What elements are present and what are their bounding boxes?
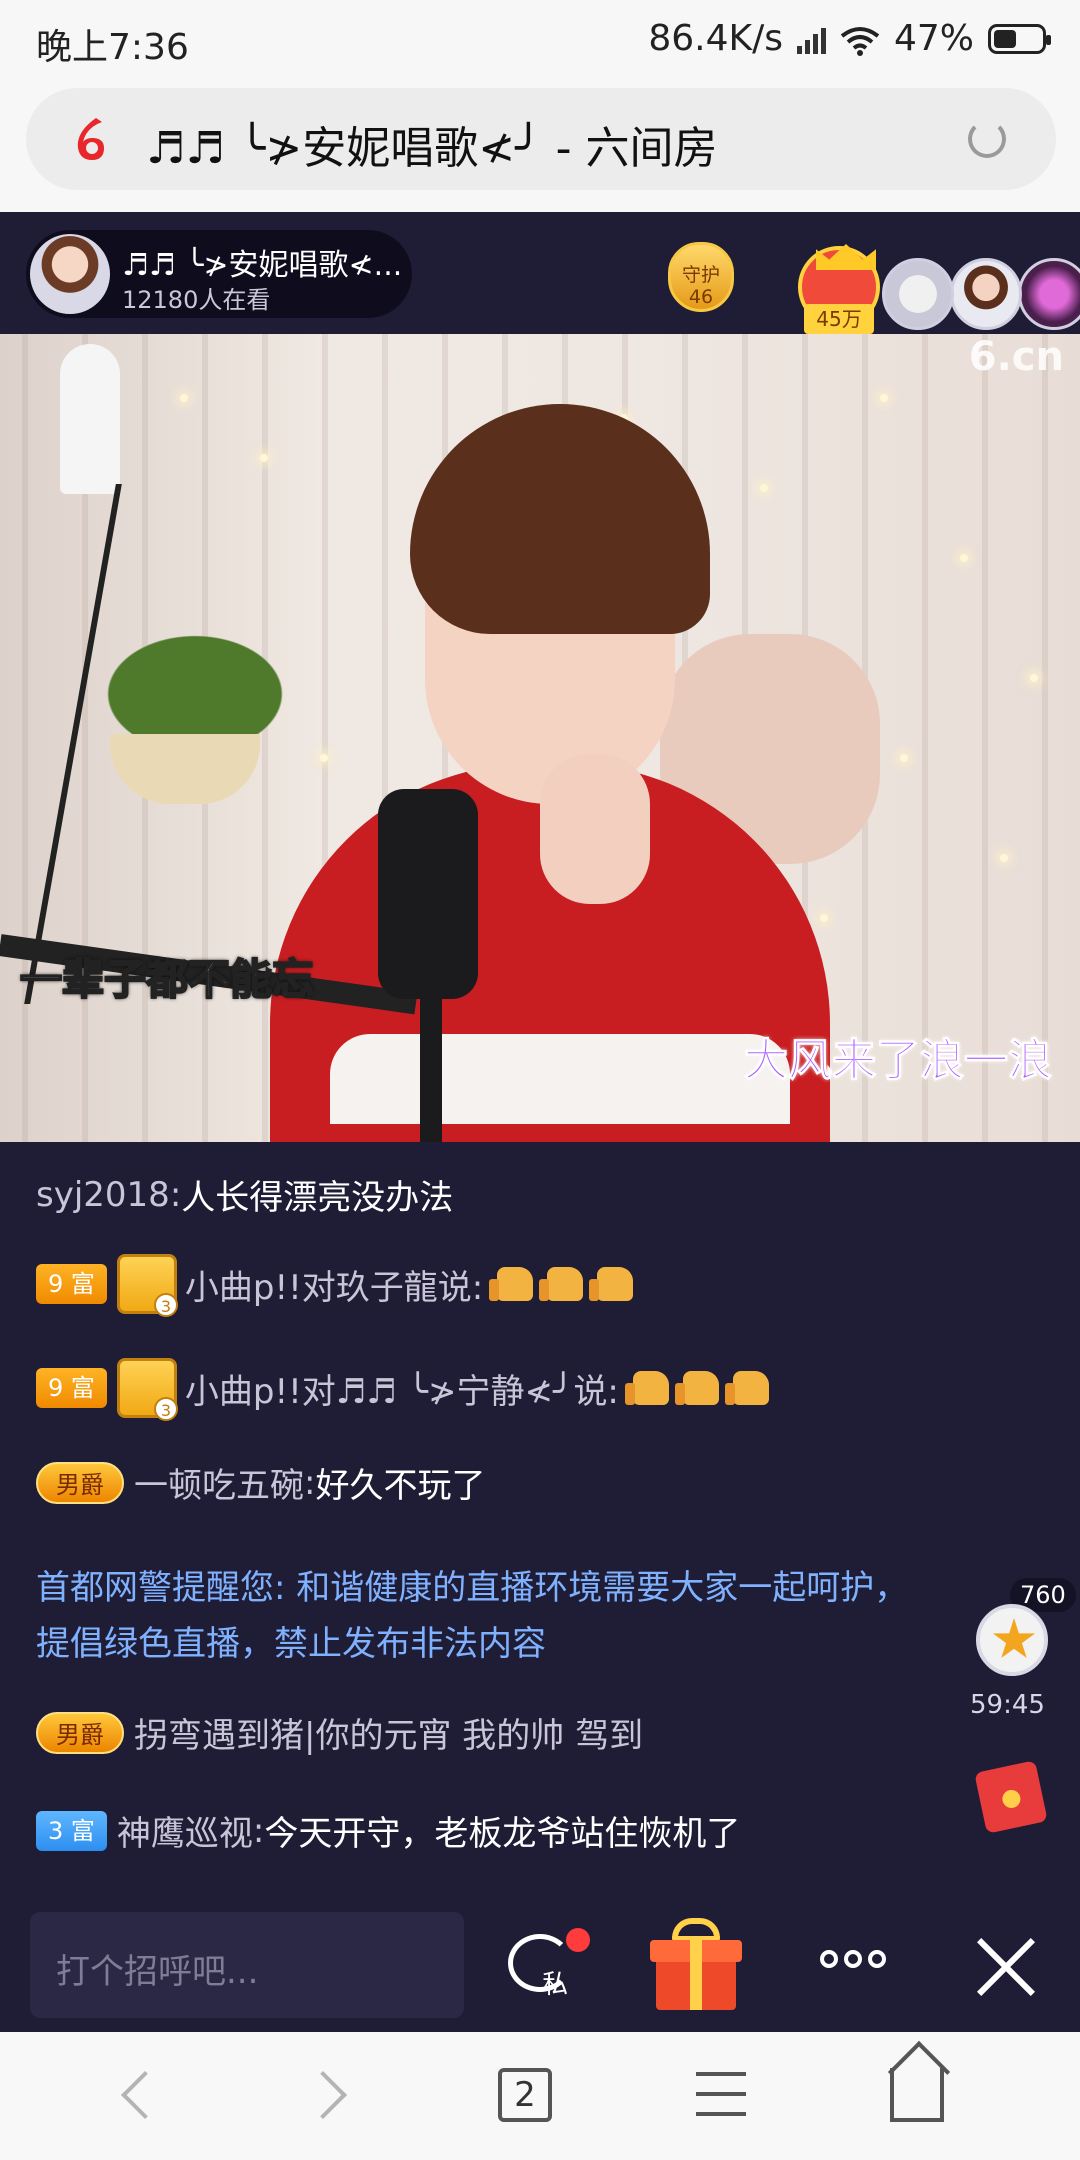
chat-list[interactable]: syj2018: 人长得漂亮没办法 9 富 3 小曲p!!对 玖子龍 说: 9 富 … [0, 1142, 1080, 1922]
close-icon[interactable] [974, 1936, 1036, 1998]
top-contributor-amount: 45万 [804, 304, 874, 334]
battery-percent: 47% [893, 18, 974, 59]
viewer-count: 12180人在看 [122, 286, 271, 314]
chat-message: 9 富 3 小曲p!!对 玖子龍 说: [36, 1254, 634, 1317]
chat-username[interactable]: 小曲p!!对 [185, 1364, 336, 1413]
red-packet-icon[interactable] [974, 1760, 1048, 1834]
chat-message: 男爵 一顿吃五碗: 好久不玩了 [36, 1458, 485, 1507]
chat-username[interactable]: 小曲p!!对 [185, 1260, 336, 1309]
host-name: ♬♬ ╰≯安妮唱歌≮... [122, 248, 403, 283]
status-bar: 晚上7:36 86.4K/s 47% [0, 0, 1080, 80]
wifi-icon [840, 24, 880, 56]
browser-nav-bar: 2 [0, 2032, 1080, 2160]
chat-target[interactable]: 玖子龍 [336, 1260, 438, 1309]
thumbs-up-icon [489, 1267, 534, 1301]
noble-badge: 男爵 [36, 1711, 124, 1754]
tabs-button[interactable]: 2 [498, 2068, 552, 2122]
user-level-icon: 3 [116, 1358, 178, 1421]
status-time: 晚上7:36 [36, 27, 189, 68]
address-bar[interactable]: ♬♬ ╰≯安妮唱歌≮╯ - 六间房 [26, 88, 1056, 190]
lyric-subtitle-left: 一辈子都不能忘 [19, 954, 315, 1005]
chat-input-placeholder: 打个招呼吧... [56, 1952, 259, 1992]
chat-target[interactable]: ♬♬ ╰≯宁静≮╯ [336, 1364, 574, 1413]
host-info[interactable]: ♬♬ ╰≯安妮唱歌≮... 12180人在看 [26, 230, 412, 318]
live-video[interactable]: 6.cn 一辈子都不能忘 大风来了浪一浪 [0, 334, 1080, 1142]
chat-message: syj2018: 人长得漂亮没办法 [36, 1170, 453, 1219]
crown-icon [816, 244, 876, 270]
contributor-avatar-2[interactable] [950, 258, 1022, 330]
wealth-badge: 3 富 [36, 1810, 107, 1851]
menu-icon[interactable] [696, 2072, 746, 2118]
guard-label: 守护 [681, 264, 720, 286]
notification-dot [566, 1928, 590, 1952]
home-icon[interactable] [890, 2068, 944, 2122]
contributor-ranking[interactable]: 45万 [798, 232, 1080, 334]
back-icon[interactable] [120, 2070, 170, 2120]
star-timer: 59:45 [970, 1690, 1045, 1720]
contributor-avatar-3[interactable] [1018, 258, 1080, 330]
chat-message: 男爵 拐弯遇到猪|你的元宵 我的帅 驾到 [36, 1708, 643, 1757]
thumbs-up-icon [539, 1267, 584, 1301]
chat-username[interactable]: syj2018 [36, 1175, 170, 1215]
noble-badge: 男爵 [36, 1461, 124, 1504]
reload-icon[interactable] [968, 120, 1006, 158]
thumbs-up-icon [674, 1371, 719, 1405]
private-label: 私 [542, 1970, 569, 2000]
wealth-badge: 9 富 [36, 1368, 107, 1408]
site-logo-icon [77, 118, 104, 160]
private-message-button[interactable]: 私 [508, 1928, 590, 2000]
signal-icon [796, 24, 826, 54]
host-avatar[interactable] [30, 234, 110, 314]
entry-notice: 拐弯遇到猪|你的元宵 我的帅 驾到 [134, 1716, 644, 1756]
user-level-icon: 3 [116, 1254, 178, 1317]
microphone [378, 789, 478, 999]
chat-text: 好久不玩了 [315, 1466, 486, 1506]
lyric-subtitle-right: 大风来了浪一浪 [744, 1035, 1053, 1087]
network-speed: 86.4K/s [648, 18, 783, 59]
thumbs-up-icon [724, 1371, 769, 1405]
guard-badge[interactable]: 守护 46 [662, 242, 740, 316]
status-icons: 86.4K/s 47% [648, 18, 1051, 59]
gift-button[interactable] [650, 1918, 742, 2010]
system-notice: 首都网警提醒您: 和谐健康的直播环境需要大家一起呵护，提倡绿色直播，禁止发布非法… [36, 1568, 909, 1664]
chat-message: 9 富 3 小曲p!!对 ♬♬ ╰≯宁静≮╯ 说: [36, 1358, 769, 1421]
wealth-badge: 9 富 [36, 1264, 107, 1304]
more-button[interactable] [820, 1950, 886, 1968]
chat-username[interactable]: 一顿吃五碗 [134, 1458, 304, 1507]
live-room: ♬♬ ╰≯安妮唱歌≮... 12180人在看 守护 46 45万 6.cn 一辈… [0, 212, 1080, 2032]
browser-toolbar: ♬♬ ╰≯安妮唱歌≮╯ - 六间房 [0, 80, 1080, 212]
forward-icon[interactable] [298, 2070, 348, 2120]
top-contributor[interactable]: 45万 [798, 244, 880, 334]
guard-count: 46 [688, 286, 714, 308]
chat-username[interactable]: 神鹰巡视 [117, 1806, 253, 1855]
star-icon[interactable] [976, 1604, 1048, 1676]
contributor-avatar-1[interactable] [882, 258, 954, 330]
chat-text: 今天开守，老板龙爷站住恢机了 [264, 1814, 741, 1854]
chat-input[interactable]: 打个招呼吧... [30, 1912, 464, 2018]
chat-text: 人长得漂亮没办法 [181, 1178, 454, 1218]
chat-message: 3 富 神鹰巡视: 今天开守，老板龙爷站住恢机了 [36, 1806, 740, 1855]
thumbs-up-icon [589, 1267, 634, 1301]
thumbs-up-icon [624, 1371, 669, 1405]
video-watermark: 6.cn [968, 334, 1064, 380]
page-title: ♬♬ ╰≯安妮唱歌≮╯ - 六间房 [146, 123, 718, 174]
battery-icon [988, 23, 1051, 54]
